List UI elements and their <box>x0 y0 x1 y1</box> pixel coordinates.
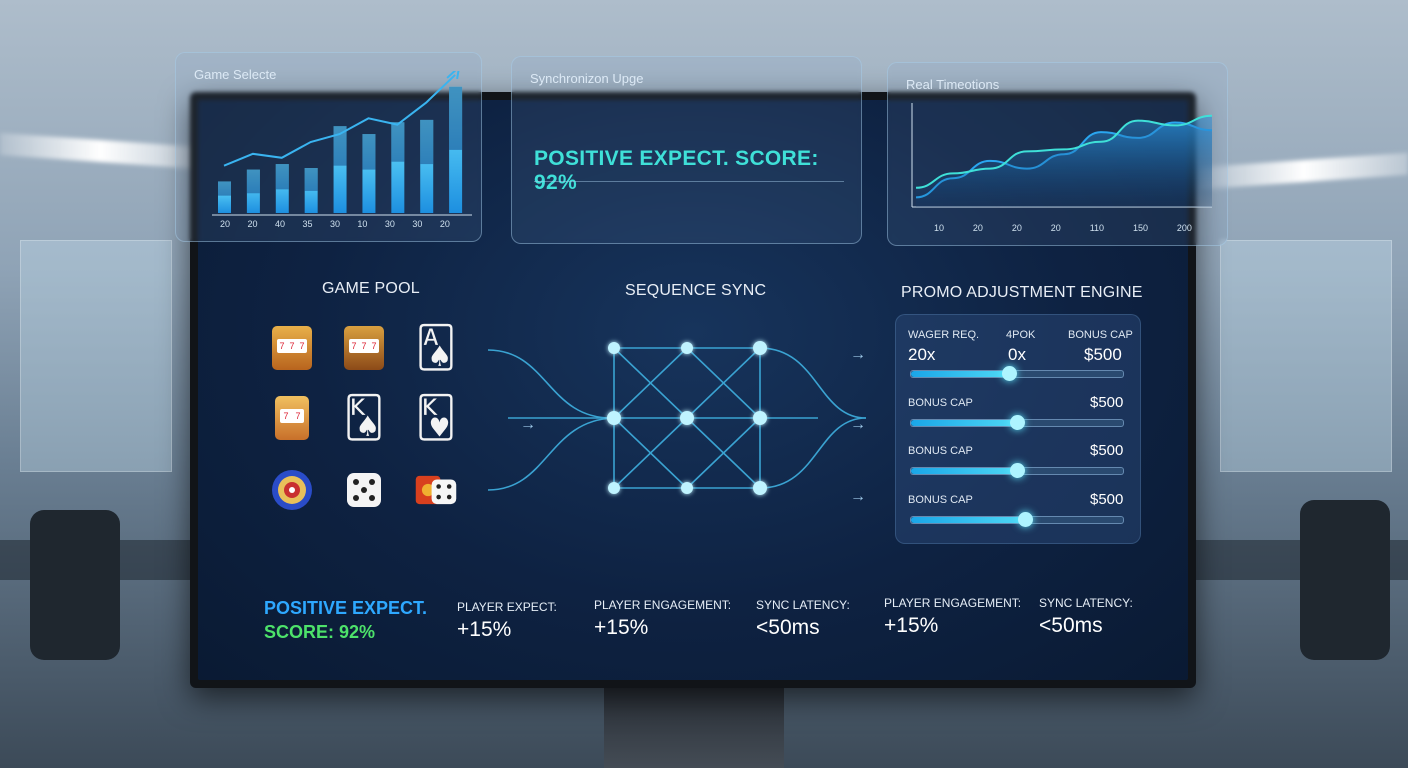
stat-label: SYNC LATENCY: <box>756 598 850 612</box>
real-time-panel: Real Timeotions 10 20 20 20 110 150 200 <box>887 62 1228 246</box>
ceiling-light <box>0 133 200 169</box>
slot-machine-icon[interactable]: 777 <box>342 326 386 370</box>
bonus-cap-label: BONUS CAP <box>908 445 973 457</box>
promo-engine-title: PROMO ADJUSTMENT ENGINE <box>901 284 1143 301</box>
synchronization-panel: Synchronizon Upge POSITIVE EXPECT. SCORE… <box>511 56 862 244</box>
score-line-2: SCORE: 92% <box>264 622 376 642</box>
game-select-bar-chart <box>212 71 472 216</box>
arrow-right-icon: → <box>850 346 866 363</box>
bar-shade <box>362 134 376 170</box>
bonus-cap-value: $500 <box>1084 345 1122 364</box>
slider-knob[interactable] <box>1010 463 1025 478</box>
playing-cards-icon[interactable]: 🂾 <box>414 396 458 440</box>
slider-fill <box>911 371 1009 377</box>
arrow-right-icon: → <box>850 416 866 433</box>
promo-adjustment-panel: WAGER REQ. 4POK BONUS CAP 20x 0x $500 BO… <box>895 314 1141 544</box>
slider-knob[interactable] <box>1018 512 1034 527</box>
tick-label: 20 <box>1011 223 1022 233</box>
bonus-cap-value: $500 <box>1090 491 1124 508</box>
column-value: 0x <box>1008 345 1026 364</box>
tick-label: 10 <box>934 223 945 233</box>
sequence-sync-title: SEQUENCE SYNC <box>625 282 767 299</box>
sequence-network <box>488 341 867 495</box>
tick-label: 30 <box>329 219 340 229</box>
bonus-cap-value: $500 <box>1090 442 1124 459</box>
tick-label: 20 <box>972 223 983 233</box>
stat-value: <50ms <box>1039 614 1103 637</box>
bonus-cap-slider[interactable] <box>910 463 1124 478</box>
sync-panel-title: Synchronizon Upge <box>530 71 644 86</box>
tick-label: 40 <box>274 219 285 229</box>
glass-partition <box>20 240 172 472</box>
dice-icon[interactable] <box>342 468 386 512</box>
arrow-right-icon: → <box>850 488 866 505</box>
bonus-cap-label: BONUS CAP <box>1068 329 1133 341</box>
bar-shade <box>246 169 260 194</box>
game-select-panel: Game Selecte 20 20 40 35 30 10 30 30 20 <box>175 52 482 242</box>
playing-cards-icon[interactable]: 🂮 <box>342 396 386 440</box>
bar-shade <box>391 122 405 162</box>
bar-shade <box>275 164 289 190</box>
tick-label: 20 <box>1050 223 1061 233</box>
bonus-cap-value: $500 <box>1090 394 1124 411</box>
area-chart-x-ticks: 10 20 20 20 110 150 200 <box>934 223 1192 233</box>
wager-req-value: 20x <box>908 345 936 364</box>
tick-label: 30 <box>412 219 423 229</box>
tick-label: 30 <box>384 219 395 229</box>
stat-label: PLAYER ENGAGEMENT: <box>884 596 1022 610</box>
ceiling-light <box>1200 152 1408 190</box>
dice-box-icon[interactable] <box>414 468 458 512</box>
bonus-cap-label: BONUS CAP <box>908 494 973 506</box>
slider-fill <box>911 420 1017 426</box>
slider-fill <box>911 517 1026 523</box>
playing-cards-icon[interactable]: 🂡 <box>414 326 458 370</box>
divider <box>534 181 844 182</box>
tick-label: 10 <box>357 219 368 229</box>
stat-label: PLAYER EXPECT: <box>457 600 557 614</box>
monitor-stand <box>604 688 784 768</box>
tick-label: 20 <box>220 219 231 229</box>
tick-label: 35 <box>302 219 313 229</box>
column-label: 4POK <box>1006 329 1036 341</box>
arrow-right-icon: → <box>520 416 536 433</box>
bar-shade <box>304 168 318 191</box>
stat-value: <50ms <box>756 616 820 639</box>
wager-slider[interactable] <box>910 366 1124 381</box>
stat-value: +15% <box>457 618 512 641</box>
wager-req-label: WAGER REQ. <box>908 329 980 341</box>
slider-knob[interactable] <box>1010 415 1025 430</box>
series-area <box>916 115 1212 207</box>
bar-shade <box>449 86 463 150</box>
glass-partition <box>1220 240 1392 472</box>
real-time-title: Real Timeotions <box>906 77 1000 92</box>
roulette-icon[interactable] <box>270 468 314 512</box>
office-chair <box>1300 500 1390 660</box>
slot-machine-icon[interactable]: 777 <box>270 326 314 370</box>
bar-chart-x-ticks: 20 20 40 35 30 10 30 30 20 <box>220 219 450 229</box>
slot-machine-icon[interactable]: 77 <box>270 396 314 440</box>
tick-label: 110 <box>1089 223 1105 233</box>
bar-shade <box>420 119 434 165</box>
stat-value: +15% <box>594 616 649 639</box>
slider-knob[interactable] <box>1001 366 1017 381</box>
slider-fill <box>911 468 1017 474</box>
tick-label: 200 <box>1176 223 1192 233</box>
tick-label: 20 <box>439 219 450 229</box>
game-pool-title: GAME POOL <box>322 280 420 297</box>
score-line-1: POSITIVE EXPECT. <box>264 598 428 618</box>
tick-label: 150 <box>1132 223 1148 233</box>
office-chair <box>30 510 120 660</box>
bonus-cap-slider[interactable] <box>910 512 1124 527</box>
positive-expect-score: POSITIVE EXPECT. SCORE: 92% <box>534 147 819 194</box>
bar-shade <box>218 181 231 196</box>
stat-value: +15% <box>884 614 939 637</box>
real-time-area-chart <box>911 103 1212 208</box>
stat-label: SYNC LATENCY: <box>1039 596 1133 610</box>
bonus-cap-label: BONUS CAP <box>908 397 973 409</box>
bonus-cap-slider[interactable] <box>910 415 1124 430</box>
stat-label: PLAYER ENGAGEMENT: <box>594 598 732 612</box>
tick-label: 20 <box>247 219 258 229</box>
